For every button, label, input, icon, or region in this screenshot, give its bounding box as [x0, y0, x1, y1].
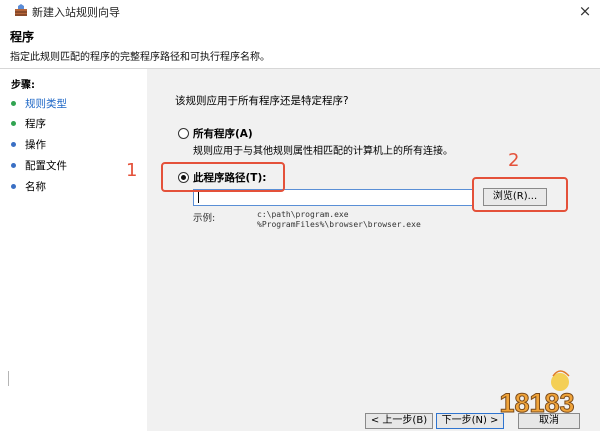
firewall-app-icon	[15, 4, 27, 16]
steps-title: 步骤:	[11, 80, 35, 91]
steps-sidebar: 步骤: 规则类型 程序 操作 配置文件 名称	[0, 69, 147, 431]
close-button[interactable]: ×	[574, 1, 596, 21]
sidebar-divider	[8, 371, 9, 386]
watermark-logo: 18183	[499, 370, 575, 418]
window-title: 新建入站规则向导	[32, 6, 120, 19]
annotation-box-program-path	[161, 162, 285, 192]
sidebar-item-label: 规则类型	[25, 98, 67, 110]
step-dot-icon	[11, 184, 16, 189]
annotation-number-2: 2	[508, 150, 520, 171]
all-programs-description: 规则应用于与其他规则属性相匹配的计算机上的所有连接。	[193, 146, 453, 157]
sidebar-item-label: 程序	[25, 118, 46, 130]
all-programs-label[interactable]: 所有程序(A)	[193, 126, 253, 141]
page-description: 指定此规则匹配的程序的完整程序路径和可执行程序名称。	[10, 52, 270, 63]
annotation-box-browse	[472, 177, 568, 212]
text-caret	[198, 192, 199, 203]
program-question: 该规则应用于所有程序还是特定程序?	[175, 95, 349, 107]
example-path-2: %ProgramFiles%\browser\browser.exe	[257, 220, 421, 229]
annotation-number-1: 1	[126, 160, 138, 181]
sidebar-item-label: 名称	[25, 181, 46, 193]
page-title: 程序	[10, 30, 35, 44]
step-dot-icon	[11, 121, 16, 126]
example-label: 示例:	[193, 213, 216, 224]
sidebar-item-label: 配置文件	[25, 160, 67, 172]
watermark-text: 18183	[499, 388, 574, 418]
title-bar: 新建入站规则向导 ×	[0, 0, 600, 22]
step-dot-icon	[11, 101, 16, 106]
example-path-1: c:\path\program.exe	[257, 210, 349, 219]
all-programs-radio[interactable]	[178, 128, 189, 139]
sidebar-item-label: 操作	[25, 139, 46, 151]
step-dot-icon	[11, 142, 16, 147]
back-button[interactable]: < 上一步(B)	[365, 413, 433, 429]
wizard-header: 程序 指定此规则匹配的程序的完整程序路径和可执行程序名称。	[0, 22, 600, 64]
step-dot-icon	[11, 163, 16, 168]
